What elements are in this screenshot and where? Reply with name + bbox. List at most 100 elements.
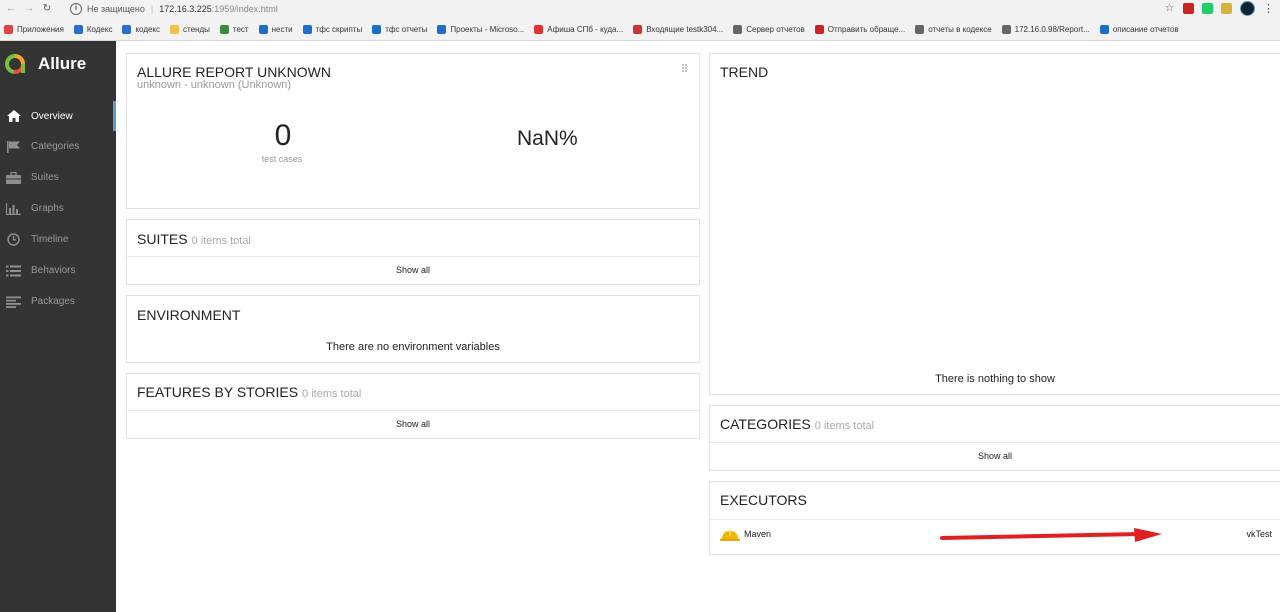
bookmark-item[interactable]: отчеты в кодексе [915, 25, 992, 34]
bookmark-item[interactable]: Приложения [4, 25, 64, 34]
bar-chart-icon [6, 202, 21, 215]
briefcase-icon [6, 171, 21, 184]
categories-count: 0 items total [814, 420, 875, 432]
bookmark-item[interactable]: Сервер отчетов [733, 25, 805, 34]
bookmark-icon [170, 25, 180, 34]
sidebar-item-label: Timeline [31, 234, 69, 245]
features-title-row: FEATURES BY STORIES 0 items total [137, 384, 361, 400]
bookmark-icon [534, 25, 544, 34]
address-bar[interactable]: ← → ↻ i Не защищено | 172.16.3.225:1959/… [0, 0, 1280, 17]
info-icon[interactable]: i [70, 2, 82, 15]
bookmark-label: кодекс [135, 25, 161, 34]
flag-icon [6, 140, 21, 153]
categories-show-all-link[interactable]: Show all [710, 442, 1280, 470]
suites-show-all-link[interactable]: Show all [127, 256, 699, 284]
bookmark-item[interactable]: Афиша СПб - куда... [534, 25, 623, 34]
summary-widget: ALLURE REPORT UNKNOWN unknown - unknown … [126, 53, 700, 209]
bookmark-label: Кодекс [86, 25, 113, 34]
bookmark-item[interactable]: Входящие testk304... [633, 25, 723, 34]
bookmark-item[interactable]: Кодекс [73, 25, 113, 34]
bookmark-item[interactable]: стенды [170, 25, 210, 34]
bookmark-item[interactable]: Проекты - Microso... [437, 25, 524, 34]
back-icon[interactable]: ← [4, 3, 18, 14]
bookmark-item[interactable]: тфс скрипты [302, 25, 363, 34]
sidebar-item-timeline[interactable]: Timeline [0, 224, 116, 255]
bookmark-icon [302, 25, 312, 34]
reload-icon[interactable]: ↻ [40, 3, 54, 14]
bookmark-item[interactable]: тфс отчеты [372, 25, 427, 34]
report-title: ALLURE REPORT UNKNOWN [137, 64, 331, 80]
executor-name: Maven [744, 529, 772, 539]
clock-icon [6, 233, 21, 246]
bookmark-label: Сервер отчетов [746, 25, 805, 34]
sidebar-item-label: Overview [31, 110, 73, 122]
trend-widget: TREND There is nothing to show [709, 53, 1280, 395]
sidebar-item-behaviors[interactable]: Behaviors [0, 255, 116, 286]
bookmark-item[interactable]: описание отчетов [1099, 25, 1179, 34]
brand[interactable]: Allure [4, 53, 86, 75]
bookmark-item[interactable]: 172.16.0.98/Report... [1001, 25, 1090, 34]
sidebar-item-graphs[interactable]: Graphs [0, 193, 116, 224]
forward-icon[interactable]: → [22, 3, 36, 14]
sidebar-item-suites[interactable]: Suites [0, 162, 116, 193]
categories-title: CATEGORIES [720, 416, 811, 432]
star-icon[interactable]: ☆ [1164, 3, 1175, 14]
bookmark-icon [814, 25, 824, 34]
align-left-icon [6, 295, 21, 308]
bookmark-item[interactable]: нести [258, 25, 293, 34]
brand-name: Allure [38, 54, 87, 73]
annotation-arrow-icon [940, 528, 1162, 542]
bookmark-label: Входящие testk304... [646, 25, 724, 34]
home-icon [6, 110, 21, 123]
bookmark-icon [733, 25, 743, 34]
bookmark-item[interactable]: Отправить обраще... [814, 25, 905, 34]
sidebar-item-overview[interactable]: Overview [0, 101, 116, 131]
bookmark-icon [4, 25, 13, 34]
bookmark-icon [437, 25, 447, 34]
profile-icon[interactable] [1240, 1, 1255, 16]
bookmarks-bar: Приложения Кодекс кодекс стенды тест нести тфс… [0, 21, 1280, 38]
executor-build-name: vkTest [1246, 529, 1272, 539]
sidebar-item-label: Categories [31, 141, 80, 152]
menu-icon[interactable]: ⋮ [1263, 2, 1274, 15]
insecure-label: Не защищено [87, 3, 145, 14]
bookmark-label: тфс отчеты [385, 25, 428, 34]
executors-divider [710, 519, 1280, 520]
trend-title: TREND [720, 64, 769, 80]
list-icon [6, 264, 21, 277]
bookmark-icon [258, 25, 268, 34]
sidebar-item-label: Behaviors [31, 265, 76, 276]
extension-icon[interactable] [1221, 3, 1232, 14]
bookmark-label: тфс скрипты [315, 25, 363, 34]
bookmark-item[interactable]: кодекс [122, 25, 160, 34]
environment-empty-message: There are no environment variables [326, 341, 500, 353]
environment-widget: ENVIRONMENT There are no environment var… [126, 295, 700, 363]
url-path: :1959/index.html [211, 3, 278, 14]
executors-title: EXECUTORS [720, 492, 807, 508]
sidebar-item-label: Packages [31, 296, 75, 307]
bookmark-label: нести [271, 25, 293, 34]
features-show-all-link[interactable]: Show all [127, 410, 699, 438]
suites-title: SUITES [137, 231, 188, 247]
drag-handle-icon[interactable] [682, 64, 689, 74]
allure-logo-icon [5, 54, 25, 74]
url-text[interactable]: 172.16.3.225:1959/index.html [159, 4, 278, 14]
categories-title-row: CATEGORIES 0 items total [720, 416, 874, 432]
bookmark-icon [633, 25, 643, 34]
bookmark-label: Афиша СПб - куда... [547, 25, 624, 34]
extension-icons: ☆ ⋮ [1164, 1, 1274, 16]
environment-title: ENVIRONMENT [137, 307, 241, 323]
url-host: 172.16.3.225 [159, 3, 212, 14]
bookmark-label: описание отчетов [1112, 25, 1179, 34]
extension-icon[interactable] [1202, 3, 1213, 14]
bookmark-item[interactable]: тест [219, 25, 249, 34]
bookmark-label: 172.16.0.98/Report... [1014, 25, 1090, 34]
sidebar-item-label: Suites [31, 172, 59, 183]
sidebar-item-packages[interactable]: Packages [0, 286, 116, 317]
bookmark-icon [372, 25, 382, 34]
report-subtitle: unknown - unknown (Unknown) [137, 79, 292, 91]
sidebar-nav: Overview Categories Suites Graphs Timeli… [0, 101, 116, 317]
ublock-icon[interactable] [1183, 3, 1194, 14]
sidebar-item-categories[interactable]: Categories [0, 131, 116, 162]
features-title: FEATURES BY STORIES [137, 384, 299, 400]
